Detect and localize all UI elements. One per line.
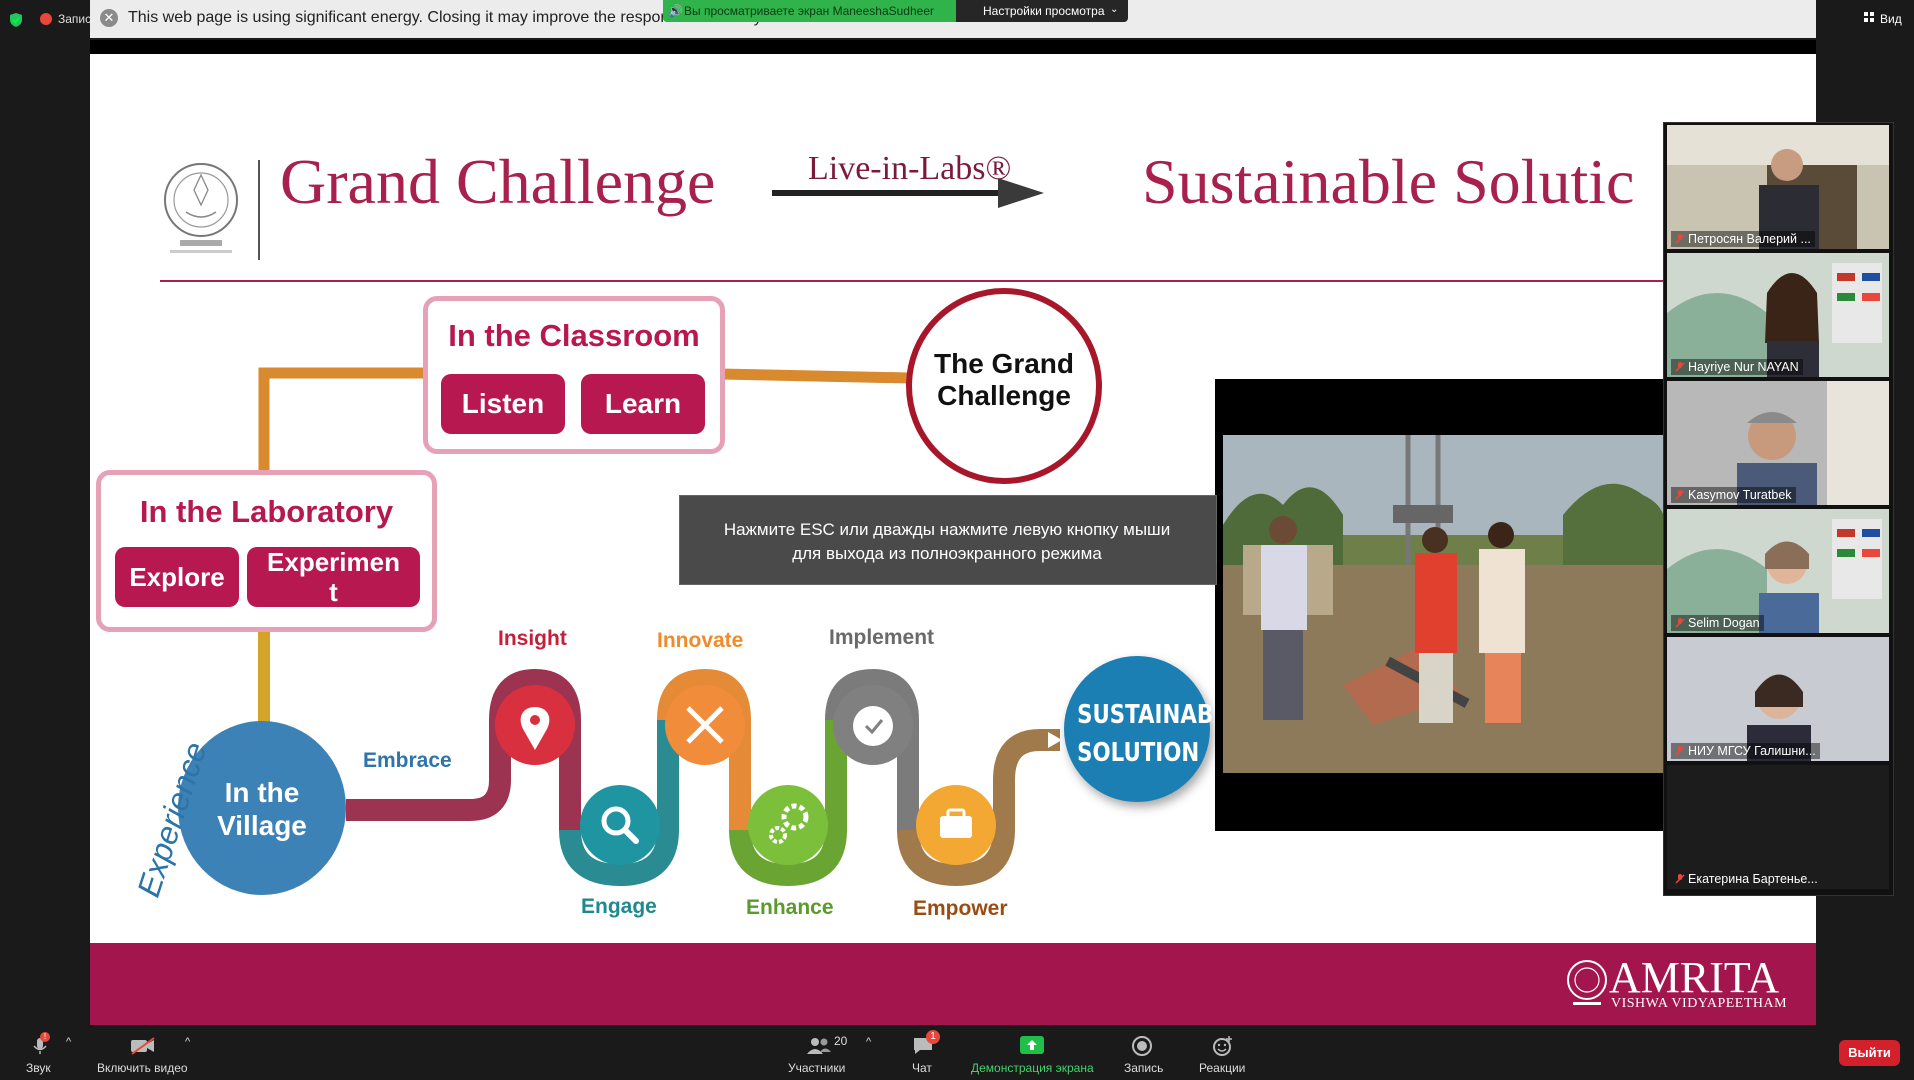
participant-name: Екатерина Бартенье... [1688,872,1818,886]
share-screen-button-label[interactable]: Демонстрация экрана [971,1061,1094,1075]
record-icon[interactable] [1131,1035,1153,1057]
chat-unread-badge: 1 [926,1030,940,1044]
meeting-toolbar [0,1026,1914,1080]
camera-off-icon[interactable] [130,1036,156,1056]
participants-icon[interactable] [806,1036,832,1056]
participant-tile[interactable]: Kasymov Turatbek [1667,381,1889,505]
mic-muted-icon [1675,618,1685,628]
step-enhance: Enhance [746,896,834,919]
participant-tile[interactable]: Екатерина Бартенье... [1667,765,1889,889]
title-sustainable-solution: Sustainable Solutic [1142,146,1635,217]
slide-footer-band [90,943,1816,1025]
chevron-down-icon[interactable]: ⌄ [1110,4,1118,15]
audio-warning-badge: ! [40,1032,50,1042]
amrita-emblem-logo [1567,960,1607,1005]
participant-tile[interactable]: НИУ МГСУ Галишни... [1667,637,1889,761]
reactions-button-label[interactable]: Реакции [1199,1061,1245,1075]
chevron-up-icon[interactable]: ^ [866,1036,871,1048]
video-button-label[interactable]: Включить видео [97,1061,188,1075]
step-innovate: Innovate [657,629,744,652]
village-label: In the Village [217,777,307,841]
recording-indicator-icon [40,13,52,25]
participant-tile[interactable]: Selim Dogan [1667,509,1889,633]
participants-count: 20 [834,1034,848,1048]
participant-name: Selim Dogan [1688,616,1760,630]
step-engage: Engage [581,895,657,918]
mic-muted-icon [1675,490,1685,500]
participant-name: Kasymov Turatbek [1688,488,1792,502]
fullscreen-exit-hint-text: Нажмите ESC или дважды нажмите левую кно… [723,520,1171,563]
participant-tile[interactable]: Hayriye Nur NAYAN [1667,253,1889,377]
audio-button-label[interactable]: Звук [26,1061,51,1075]
grid-view-icon[interactable] [1864,12,1875,23]
screen-share-notice-text: Вы просматриваете экран ManeeshaSudheer [684,4,934,18]
step-implement: Implement [829,626,935,649]
mic-muted-icon [1675,234,1685,244]
close-icon[interactable]: ✕ [100,9,118,27]
chevron-up-icon[interactable]: ^ [185,1036,190,1048]
mic-muted-icon [1675,362,1685,372]
participant-name: Hayriye Nur NAYAN [1688,360,1799,374]
participant-tile[interactable]: Петросян Валерий ... [1667,125,1889,249]
record-button-label[interactable]: Запись [1124,1061,1163,1075]
participants-button-label[interactable]: Участники [788,1061,845,1075]
view-settings-label[interactable]: Настройки просмотра [983,4,1105,18]
chevron-up-icon[interactable]: ^ [66,1036,71,1048]
step-empower: Empower [913,897,1008,920]
chat-button-label[interactable]: Чат [912,1061,932,1075]
mic-muted-icon [1675,874,1685,884]
participant-name: Петросян Валерий ... [1688,232,1811,246]
speaker-icon: 🔊 [668,4,683,18]
leave-meeting-button[interactable]: Выйти [1839,1040,1900,1066]
engage-node [580,785,660,865]
amrita-brand-subtitle: VISHWA VIDYAPEETHAM [1611,996,1788,1011]
mic-muted-icon [1675,746,1685,756]
reactions-emoji-icon[interactable] [1212,1035,1234,1057]
sustainable-solution-label: SUSTAINABLE SOLUTION [1077,700,1242,768]
share-screen-icon[interactable] [1020,1036,1044,1054]
view-button[interactable]: Вид [1880,12,1902,26]
step-insight: Insight [498,627,567,650]
field-visit-video-image [1223,435,1665,773]
encryption-shield-icon[interactable] [8,12,24,28]
participant-name: НИУ МГСУ Галишни... [1688,744,1816,758]
step-embrace: Embrace [363,749,452,772]
